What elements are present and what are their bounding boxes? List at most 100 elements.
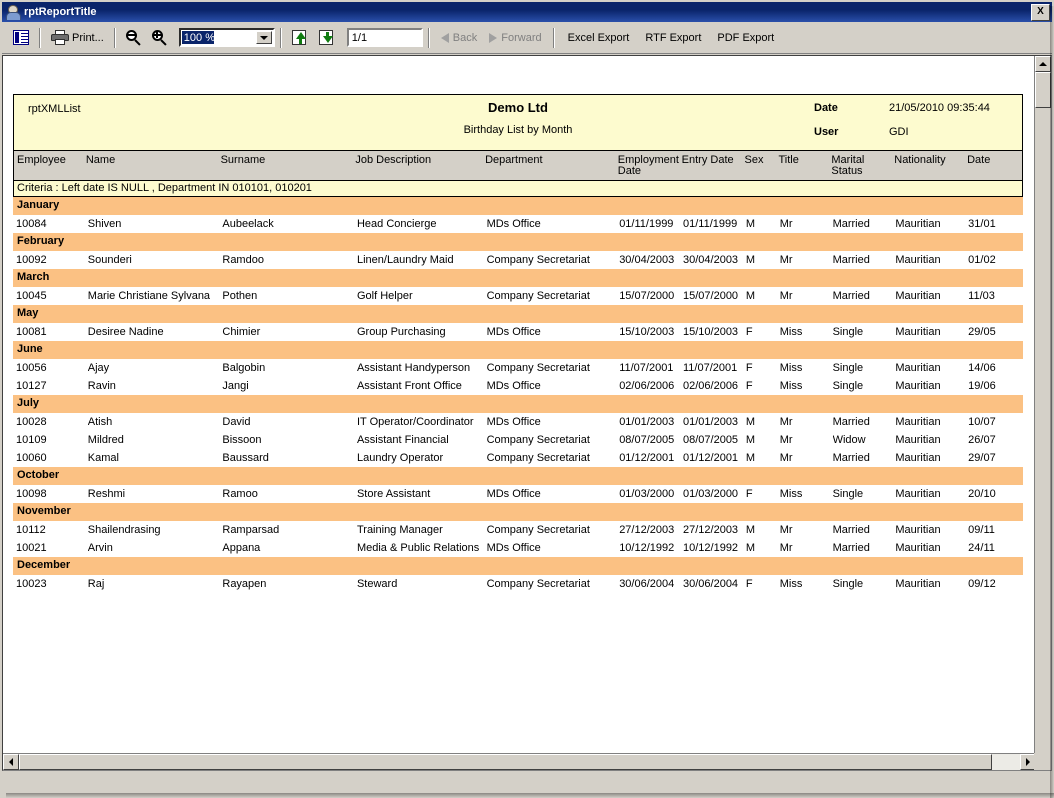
cell-employee: 10028 bbox=[13, 414, 88, 431]
date-label: Date bbox=[814, 102, 838, 114]
cell-sex: M bbox=[746, 432, 780, 449]
zoom-out-button[interactable] bbox=[121, 26, 147, 50]
rtf-export-button[interactable]: RTF Export bbox=[637, 26, 709, 50]
cell-date: 09/12 bbox=[968, 576, 1023, 593]
cell-nationality: Mauritian bbox=[895, 486, 968, 503]
forward-button[interactable]: Forward bbox=[483, 26, 547, 50]
cell-department: MDs Office bbox=[487, 540, 620, 557]
scroll-left-button[interactable] bbox=[3, 754, 19, 770]
cell-surname: Aubeelack bbox=[222, 216, 357, 233]
cell-marital-status: Single bbox=[833, 324, 896, 341]
cell-surname: Chimier bbox=[222, 324, 357, 341]
report-subtitle: Birthday List by Month bbox=[14, 124, 1022, 136]
cell-date: 29/07 bbox=[968, 450, 1023, 467]
toolbar-separator bbox=[39, 28, 41, 48]
cell-title: Mr bbox=[780, 252, 833, 269]
pdf-export-button[interactable]: PDF Export bbox=[709, 26, 782, 50]
table-row[interactable]: 10023RajRayapenStewardCompany Secretaria… bbox=[13, 575, 1023, 593]
cell-employee: 10098 bbox=[13, 486, 88, 503]
page-up-icon bbox=[292, 30, 309, 46]
table-row[interactable]: 10084ShivenAubeelackHead ConciergeMDs Of… bbox=[13, 215, 1023, 233]
cell-surname: Pothen bbox=[222, 288, 357, 305]
table-row[interactable]: 10021ArvinAppanaMedia & Public Relations… bbox=[13, 539, 1023, 557]
zoom-in-icon bbox=[152, 30, 168, 46]
horizontal-scrollbar[interactable] bbox=[3, 753, 1036, 770]
cell-employee: 10045 bbox=[13, 288, 88, 305]
table-row[interactable]: 10127RavinJangiAssistant Front OfficeMDs… bbox=[13, 377, 1023, 395]
cell-entry-date: 15/10/2003 bbox=[683, 324, 746, 341]
chevron-down-icon[interactable] bbox=[256, 31, 272, 44]
cell-name: Raj bbox=[88, 576, 223, 593]
cell-nationality: Mauritian bbox=[895, 378, 968, 395]
month-group-header: January bbox=[13, 197, 1023, 215]
cell-job-description: Steward bbox=[357, 576, 487, 593]
page-number-input[interactable]: 1/1 bbox=[347, 28, 423, 47]
zoom-in-button[interactable] bbox=[147, 26, 173, 50]
cell-entry-date: 02/06/2006 bbox=[683, 378, 746, 395]
zoom-level-combobox[interactable]: 100 % bbox=[179, 28, 275, 47]
excel-export-button[interactable]: Excel Export bbox=[560, 26, 638, 50]
next-page-button[interactable] bbox=[314, 26, 341, 50]
cell-name: Desiree Nadine bbox=[88, 324, 223, 341]
table-row[interactable]: 10109MildredBissoonAssistant FinancialCo… bbox=[13, 431, 1023, 449]
month-group-header: October bbox=[13, 467, 1023, 485]
cell-entry-date: 01/11/1999 bbox=[683, 216, 746, 233]
column-header-marital-status: Marital Status bbox=[831, 151, 894, 177]
cell-employment-date: 10/12/1992 bbox=[619, 540, 683, 557]
cell-surname: Jangi bbox=[222, 378, 357, 395]
cell-nationality: Mauritian bbox=[895, 288, 968, 305]
user-label: User bbox=[814, 126, 838, 138]
table-row[interactable]: 10028AtishDavidIT Operator/CoordinatorMD… bbox=[13, 413, 1023, 431]
table-row[interactable]: 10045Marie Christiane SylvanaPothenGolf … bbox=[13, 287, 1023, 305]
cell-date: 10/07 bbox=[968, 414, 1023, 431]
cell-sex: F bbox=[746, 378, 780, 395]
vertical-scrollbar[interactable] bbox=[1034, 56, 1051, 754]
table-row[interactable]: 10112ShailendrasingRamparsadTraining Man… bbox=[13, 521, 1023, 539]
cell-surname: Appana bbox=[222, 540, 357, 557]
table-row[interactable]: 10098ReshmiRamooStore AssistantMDs Offic… bbox=[13, 485, 1023, 503]
print-button[interactable]: Print... bbox=[46, 26, 109, 50]
toolbar-separator bbox=[428, 28, 430, 48]
horizontal-scroll-track[interactable] bbox=[992, 754, 1020, 770]
close-button[interactable]: X bbox=[1031, 4, 1050, 21]
report-view-button[interactable] bbox=[8, 26, 34, 50]
month-group-header: March bbox=[13, 269, 1023, 287]
cell-marital-status: Single bbox=[833, 486, 896, 503]
cell-job-description: IT Operator/Coordinator bbox=[357, 414, 487, 431]
report-view-icon bbox=[13, 30, 29, 45]
cell-entry-date: 30/04/2003 bbox=[683, 252, 746, 269]
cell-entry-date: 30/06/2004 bbox=[683, 576, 746, 593]
window-buttons: X bbox=[1029, 4, 1050, 21]
cell-department: MDs Office bbox=[487, 324, 620, 341]
month-group-header: December bbox=[13, 557, 1023, 575]
cell-employee: 10084 bbox=[13, 216, 88, 233]
horizontal-scroll-thumb[interactable] bbox=[19, 754, 992, 770]
table-row[interactable]: 10092SounderiRamdooLinen/Laundry MaidCom… bbox=[13, 251, 1023, 269]
back-button[interactable]: Back bbox=[435, 26, 483, 50]
cell-title: Miss bbox=[780, 486, 833, 503]
zoom-out-icon bbox=[126, 30, 142, 46]
back-label: Back bbox=[453, 32, 477, 44]
cell-name: Shiven bbox=[88, 216, 223, 233]
cell-department: MDs Office bbox=[487, 216, 620, 233]
cell-employee: 10081 bbox=[13, 324, 88, 341]
cell-employment-date: 15/10/2003 bbox=[619, 324, 683, 341]
table-row[interactable]: 10081Desiree NadineChimierGroup Purchasi… bbox=[13, 323, 1023, 341]
cell-marital-status: Married bbox=[833, 522, 896, 539]
table-row[interactable]: 10056AjayBalgobinAssistant HandypersonCo… bbox=[13, 359, 1023, 377]
cell-title: Mr bbox=[780, 432, 833, 449]
cell-entry-date: 01/12/2001 bbox=[683, 450, 746, 467]
cell-title: Mr bbox=[780, 288, 833, 305]
cell-date: 24/11 bbox=[968, 540, 1023, 557]
cell-title: Mr bbox=[780, 450, 833, 467]
cell-sex: F bbox=[746, 324, 780, 341]
vertical-scroll-thumb[interactable] bbox=[1035, 72, 1051, 108]
previous-page-button[interactable] bbox=[287, 26, 314, 50]
cell-title: Mr bbox=[780, 540, 833, 557]
table-row[interactable]: 10060KamalBaussardLaundry OperatorCompan… bbox=[13, 449, 1023, 467]
scroll-up-button[interactable] bbox=[1035, 56, 1051, 72]
column-header-surname: Surname bbox=[221, 151, 356, 166]
cell-department: MDs Office bbox=[487, 414, 620, 431]
window-bottom-edge bbox=[2, 778, 1052, 788]
column-header-name: Name bbox=[86, 151, 221, 166]
